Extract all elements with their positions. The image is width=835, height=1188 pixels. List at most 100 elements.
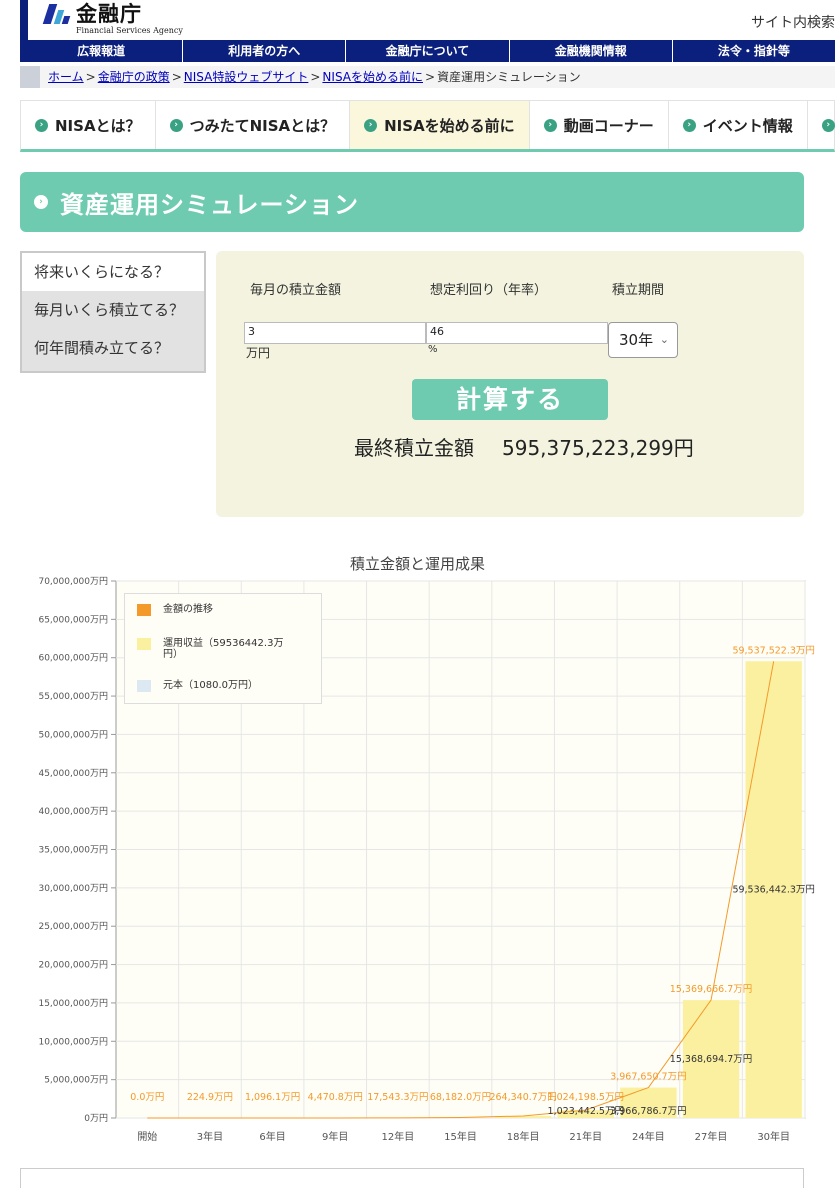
breadcrumb-link-policy[interactable]: 金融庁の政策 xyxy=(98,70,170,84)
y-tick-label: 15,000,000万円 xyxy=(38,998,108,1009)
period-label: 積立期間 xyxy=(612,283,665,298)
monthly-amount-label: 毎月の積立金額 xyxy=(250,283,342,298)
total-data-label: 1,024,198.5万円 xyxy=(548,1092,624,1103)
chevron-down-icon: ⌄ xyxy=(659,333,669,346)
x-tick-label: 開始 xyxy=(137,1130,157,1143)
mode-period[interactable]: 何年間積み立てる？ xyxy=(22,329,204,367)
nav-item-users[interactable]: 利用者の方へ xyxy=(183,40,347,62)
global-nav: 広報報道 利用者の方へ 金融庁について 金融機関情報 法令・指針等 xyxy=(20,40,835,62)
monthly-amount-unit: 万円 xyxy=(246,346,271,360)
profit-data-label: 59,536,442.3万円 xyxy=(732,885,814,896)
breadcrumb-current: 資産運用シミュレーション xyxy=(437,70,581,84)
y-tick-label: 40,000,000万円 xyxy=(38,806,108,817)
chevron-right-icon: › xyxy=(682,118,696,132)
total-data-label: 1,096.1万円 xyxy=(245,1092,300,1103)
result-value: 595,375,223,299円 xyxy=(502,436,694,460)
x-tick-label: 30年目 xyxy=(757,1130,790,1143)
mode-future-value[interactable]: 将来いくらになる？ xyxy=(22,253,204,291)
breadcrumb-link-nisa-site[interactable]: NISA特設ウェブサイト xyxy=(184,70,309,84)
total-data-label: 4,470.8万円 xyxy=(308,1092,363,1103)
legend-item-total[interactable]: 金額の推移 xyxy=(137,604,293,616)
total-data-label: 15,369,666.7万円 xyxy=(670,984,752,995)
rate-input[interactable]: 46 xyxy=(426,322,608,344)
logo-accent-bar xyxy=(20,0,28,40)
y-tick-label: 60,000,000万円 xyxy=(38,653,108,664)
tab-more[interactable]: › xyxy=(808,101,835,149)
tab-what-is-nisa[interactable]: › NISAとは？ xyxy=(21,101,156,149)
breadcrumb-link-before-nisa[interactable]: NISAを始める前に xyxy=(322,70,423,84)
x-tick-label: 12年目 xyxy=(381,1130,414,1143)
monthly-amount-input[interactable]: 3 xyxy=(244,322,426,344)
total-data-label: 17,543.3万円 xyxy=(367,1092,428,1103)
result-label: 最終積立金額 xyxy=(354,436,474,460)
legend-swatch-profit xyxy=(137,638,151,650)
profit-data-label: 15,368,694.7万円 xyxy=(670,1054,752,1065)
page-title: 資産運用シミュレーション xyxy=(60,190,360,219)
nav-item-laws[interactable]: 法令・指針等 xyxy=(673,40,835,62)
tab-events[interactable]: › イベント情報 xyxy=(669,101,808,149)
logo-subtitle: Financial Services Agency xyxy=(76,26,183,35)
site-search-link[interactable]: サイト内検索 xyxy=(751,12,835,32)
section-tabs: › NISAとは？ › つみたてNISAとは？ › NISAを始める前に › 動画コーナ… xyxy=(20,100,835,152)
total-data-label: 0.0万円 xyxy=(130,1092,164,1103)
total-data-label: 68,182.0万円 xyxy=(430,1092,491,1103)
y-tick-label: 20,000,000万円 xyxy=(38,960,108,971)
y-tick-label: 0万円 xyxy=(84,1113,108,1124)
fsa-logo-icon xyxy=(42,2,72,26)
chevron-right-icon: › xyxy=(169,118,183,132)
rate-label: 想定利回り（年率） xyxy=(430,283,548,298)
tab-tsumitate-nisa[interactable]: › つみたてNISAとは？ xyxy=(156,101,351,149)
calculate-button[interactable]: 計算する xyxy=(412,379,608,420)
y-tick-label: 70,000,000万円 xyxy=(38,576,108,587)
nav-item-press[interactable]: 広報報道 xyxy=(20,40,184,62)
nav-item-about[interactable]: 金融庁について xyxy=(346,40,510,62)
y-tick-label: 50,000,000万円 xyxy=(38,729,108,740)
chevron-right-icon: › xyxy=(364,118,378,132)
y-tick-label: 5,000,000万円 xyxy=(44,1075,108,1086)
nav-item-institutions[interactable]: 金融機関情報 xyxy=(510,40,673,62)
period-select[interactable]: 30年 ⌄ xyxy=(608,322,678,358)
tab-videos[interactable]: › 動画コーナー xyxy=(530,101,669,149)
x-tick-label: 21年目 xyxy=(569,1130,602,1143)
y-tick-label: 10,000,000万円 xyxy=(38,1036,108,1047)
x-tick-label: 18年目 xyxy=(507,1130,540,1143)
y-tick-label: 30,000,000万円 xyxy=(38,883,108,894)
legend-item-principal[interactable]: 元本（1080.0万円） xyxy=(137,680,293,692)
simulation-mode-menu: 将来いくらになる？ 毎月いくら積立てる？ 何年間積み立てる？ xyxy=(20,251,206,373)
breadcrumb-link-home[interactable]: ホーム xyxy=(48,70,84,84)
chevron-right-icon: › xyxy=(543,118,557,132)
breadcrumb-marker xyxy=(20,66,40,88)
y-tick-label: 25,000,000万円 xyxy=(38,921,108,932)
page-title-banner: › 資産運用シミュレーション xyxy=(20,172,804,232)
y-tick-label: 35,000,000万円 xyxy=(38,845,108,856)
x-tick-label: 6年目 xyxy=(259,1130,285,1143)
x-tick-label: 27年目 xyxy=(695,1130,728,1143)
chevron-right-icon: › xyxy=(35,118,48,132)
x-tick-label: 9年目 xyxy=(322,1130,348,1143)
legend-item-profit[interactable]: 運用収益（59536442.3万円） xyxy=(137,638,293,660)
mode-monthly-amount[interactable]: 毎月いくら積立てる？ xyxy=(22,291,204,329)
site-header: 金融庁 Financial Services Agency サイト内検索 xyxy=(0,0,835,40)
chart-legend: 金額の推移 運用収益（59536442.3万円） 元本（1080.0万円） xyxy=(124,593,322,704)
legend-swatch-total xyxy=(137,604,151,616)
total-data-label: 3,967,650.7万円 xyxy=(610,1072,686,1083)
legend-swatch-principal xyxy=(137,680,151,692)
y-tick-label: 45,000,000万円 xyxy=(38,768,108,779)
y-tick-label: 55,000,000万円 xyxy=(38,691,108,702)
x-tick-label: 15年目 xyxy=(444,1130,477,1143)
breadcrumb: ホーム > 金融庁の政策 > NISA特設ウェブサイト > NISAを始める前に > 資産運用シ… xyxy=(20,66,835,88)
x-tick-label: 24年目 xyxy=(632,1130,665,1143)
total-data-label: 224.9万円 xyxy=(187,1092,233,1103)
chevron-right-icon: › xyxy=(821,118,835,132)
notes-box xyxy=(20,1168,804,1188)
y-tick-label: 65,000,000万円 xyxy=(38,614,108,625)
chevron-right-icon: › xyxy=(34,195,48,209)
logo-title: 金融庁 xyxy=(76,2,142,26)
simulation-form: 毎月の積立金額 想定利回り（年率） 積立期間 3 万円 46 % 30年 ⌄ 計… xyxy=(216,251,804,517)
rate-unit: % xyxy=(428,344,438,355)
total-data-label: 59,537,522.3万円 xyxy=(732,645,814,656)
x-tick-label: 3年目 xyxy=(197,1130,223,1143)
tab-before-nisa[interactable]: › NISAを始める前に xyxy=(350,101,530,149)
profit-data-label: 3,966,786.7万円 xyxy=(610,1106,686,1117)
fsa-logo[interactable]: 金融庁 Financial Services Agency xyxy=(42,2,183,36)
